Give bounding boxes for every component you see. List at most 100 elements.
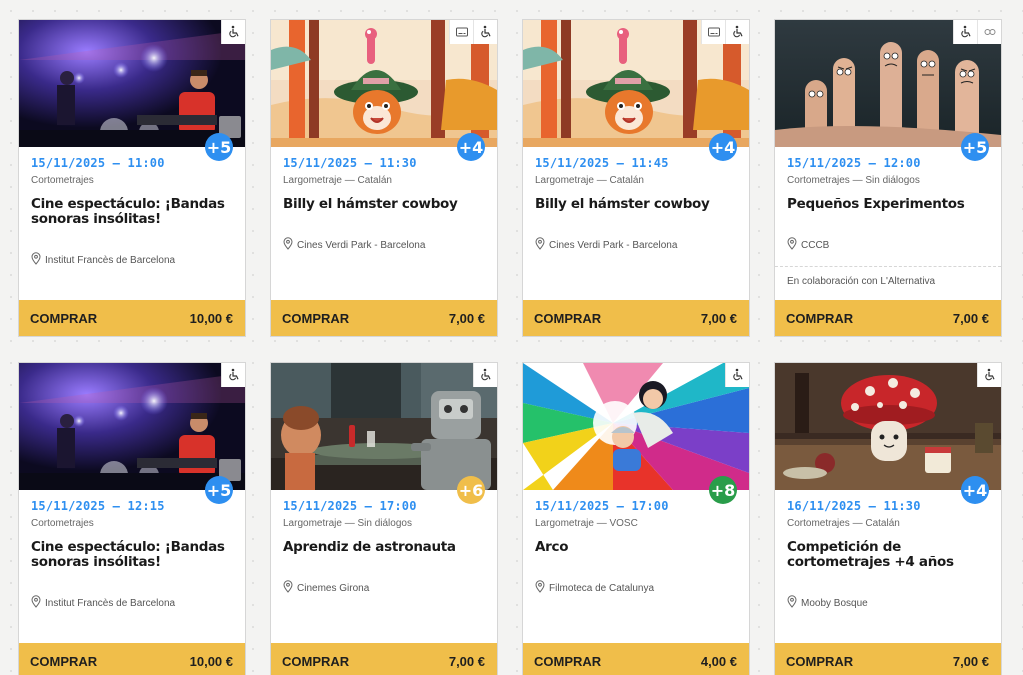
venue-name: Cines Verdi Park - Barcelona	[549, 239, 678, 251]
wheelchair-icon	[953, 20, 977, 44]
ticket-price: 10,00 €	[189, 310, 233, 326]
location-pin-icon	[283, 237, 293, 253]
event-card[interactable]: +5 15/11/2025 — 12:00 Cortometrajes — Si…	[774, 19, 1002, 337]
location-pin-icon	[535, 237, 545, 253]
event-venue: Filmoteca de Catalunya	[535, 580, 654, 596]
accessibility-icons	[953, 20, 1001, 44]
event-title[interactable]: Aprendiz de astronauta	[283, 540, 483, 555]
divider	[775, 266, 1001, 267]
event-card[interactable]: +4 16/11/2025 — 11:30 Cortometrajes — Ca…	[774, 362, 1002, 675]
event-date: 15/11/2025 — 11:45	[535, 156, 669, 170]
buy-button[interactable]: COMPRAR 7,00 €	[271, 300, 497, 336]
ticket-price: 7,00 €	[448, 310, 485, 326]
location-pin-icon	[787, 237, 797, 253]
location-pin-icon	[535, 580, 545, 596]
event-date: 15/11/2025 — 11:00	[31, 156, 165, 170]
event-category: Largometraje — Catalán	[283, 175, 392, 186]
event-date: 15/11/2025 — 12:00	[787, 156, 921, 170]
event-category: Cortometrajes — Sin diálogos	[787, 175, 920, 186]
venue-name: Cines Verdi Park - Barcelona	[297, 239, 426, 251]
event-title[interactable]: Billy el hámster cowboy	[283, 197, 483, 212]
wheelchair-icon	[725, 20, 749, 44]
event-venue: Mooby Bosque	[787, 595, 868, 611]
event-thumbnail[interactable]	[19, 363, 245, 490]
buy-button[interactable]: COMPRAR 10,00 €	[19, 643, 245, 675]
event-card[interactable]: +4 15/11/2025 — 11:45 Largometraje — Cat…	[522, 19, 750, 337]
event-thumbnail[interactable]	[271, 363, 497, 490]
buy-button[interactable]: COMPRAR 7,00 €	[523, 300, 749, 336]
buy-label: COMPRAR	[30, 653, 98, 669]
event-date: 15/11/2025 — 17:00	[283, 499, 417, 513]
event-card[interactable]: +8 15/11/2025 — 17:00 Largometraje — VOS…	[522, 362, 750, 675]
event-thumbnail[interactable]	[19, 20, 245, 147]
venue-name: Cinemes Girona	[297, 582, 370, 594]
event-thumbnail[interactable]	[523, 363, 749, 490]
event-category: Cortometrajes	[31, 518, 94, 529]
age-rating-badge: +5	[205, 476, 233, 504]
event-card[interactable]: +4 15/11/2025 — 11:30 Largometraje — Cat…	[270, 19, 498, 337]
event-date: 15/11/2025 — 11:30	[283, 156, 417, 170]
event-venue: Cinemes Girona	[283, 580, 369, 596]
event-category: Largometraje — VOSC	[535, 518, 638, 529]
event-date: 15/11/2025 — 12:15	[31, 499, 165, 513]
event-date: 16/11/2025 — 11:30	[787, 499, 921, 513]
accessibility-icons	[725, 363, 749, 387]
accessibility-icons	[449, 20, 497, 44]
buy-button[interactable]: COMPRAR 7,00 €	[775, 643, 1001, 675]
buy-button[interactable]: COMPRAR 7,00 €	[775, 300, 1001, 336]
buy-button[interactable]: COMPRAR 7,00 €	[271, 643, 497, 675]
event-category: Cortometrajes	[31, 175, 94, 186]
age-rating-badge: +4	[457, 133, 485, 161]
accessibility-icons	[977, 363, 1001, 387]
event-title[interactable]: Billy el hámster cowboy	[535, 197, 735, 212]
event-venue: Institut Francès de Barcelona	[31, 595, 175, 611]
buy-label: COMPRAR	[30, 310, 98, 326]
age-rating-badge: +5	[205, 133, 233, 161]
event-title[interactable]: Arco	[535, 540, 735, 555]
event-card[interactable]: +5 15/11/2025 — 11:00 Cortometrajes Cine…	[18, 19, 246, 337]
venue-name: CCCB	[801, 239, 830, 251]
accessibility-icons	[221, 20, 245, 44]
event-title[interactable]: Competición de cortometrajes +4 años	[787, 540, 987, 570]
event-category: Largometraje — Catalán	[535, 175, 644, 186]
wheelchair-icon	[221, 20, 245, 44]
subtitles-icon	[449, 20, 473, 44]
location-pin-icon	[787, 595, 797, 611]
buy-label: COMPRAR	[534, 653, 602, 669]
buy-label: COMPRAR	[534, 310, 602, 326]
wheelchair-icon	[977, 363, 1001, 387]
venue-name: Institut Francès de Barcelona	[45, 597, 176, 609]
location-pin-icon	[283, 580, 293, 596]
buy-label: COMPRAR	[282, 653, 350, 669]
buy-label: COMPRAR	[786, 310, 854, 326]
age-rating-badge: +6	[457, 476, 485, 504]
event-category: Cortometrajes — Catalán	[787, 518, 900, 529]
ticket-price: 7,00 €	[448, 653, 485, 669]
buy-label: COMPRAR	[282, 310, 350, 326]
event-thumbnail[interactable]	[775, 363, 1001, 490]
event-category: Largometraje — Sin diálogos	[283, 518, 412, 529]
event-title[interactable]: Cine espectáculo: ¡Bandas sonoras insóli…	[31, 540, 231, 570]
accessibility-icons	[701, 20, 749, 44]
wheelchair-icon	[473, 363, 497, 387]
buy-button[interactable]: COMPRAR 10,00 €	[19, 300, 245, 336]
no-dialogue-icon	[977, 20, 1001, 44]
event-venue: Institut Francès de Barcelona	[31, 252, 175, 268]
event-title[interactable]: Pequeños Experimentos	[787, 197, 987, 212]
ticket-price: 7,00 €	[952, 653, 989, 669]
venue-name: Filmoteca de Catalunya	[549, 582, 655, 594]
buy-button[interactable]: COMPRAR 4,00 €	[523, 643, 749, 675]
wheelchair-icon	[725, 363, 749, 387]
event-note: En colaboración con L'Alternativa	[787, 276, 936, 287]
venue-name: Mooby Bosque	[801, 597, 868, 609]
age-rating-badge: +4	[709, 133, 737, 161]
event-title[interactable]: Cine espectáculo: ¡Bandas sonoras insóli…	[31, 197, 231, 227]
ticket-price: 7,00 €	[700, 310, 737, 326]
venue-name: Institut Francès de Barcelona	[45, 254, 176, 266]
event-card[interactable]: +5 15/11/2025 — 12:15 Cortometrajes Cine…	[18, 362, 246, 675]
accessibility-icons	[473, 363, 497, 387]
event-card[interactable]: +6 15/11/2025 — 17:00 Largometraje — Sin…	[270, 362, 498, 675]
age-rating-badge: +8	[709, 476, 737, 504]
buy-label: COMPRAR	[786, 653, 854, 669]
event-date: 15/11/2025 — 17:00	[535, 499, 669, 513]
